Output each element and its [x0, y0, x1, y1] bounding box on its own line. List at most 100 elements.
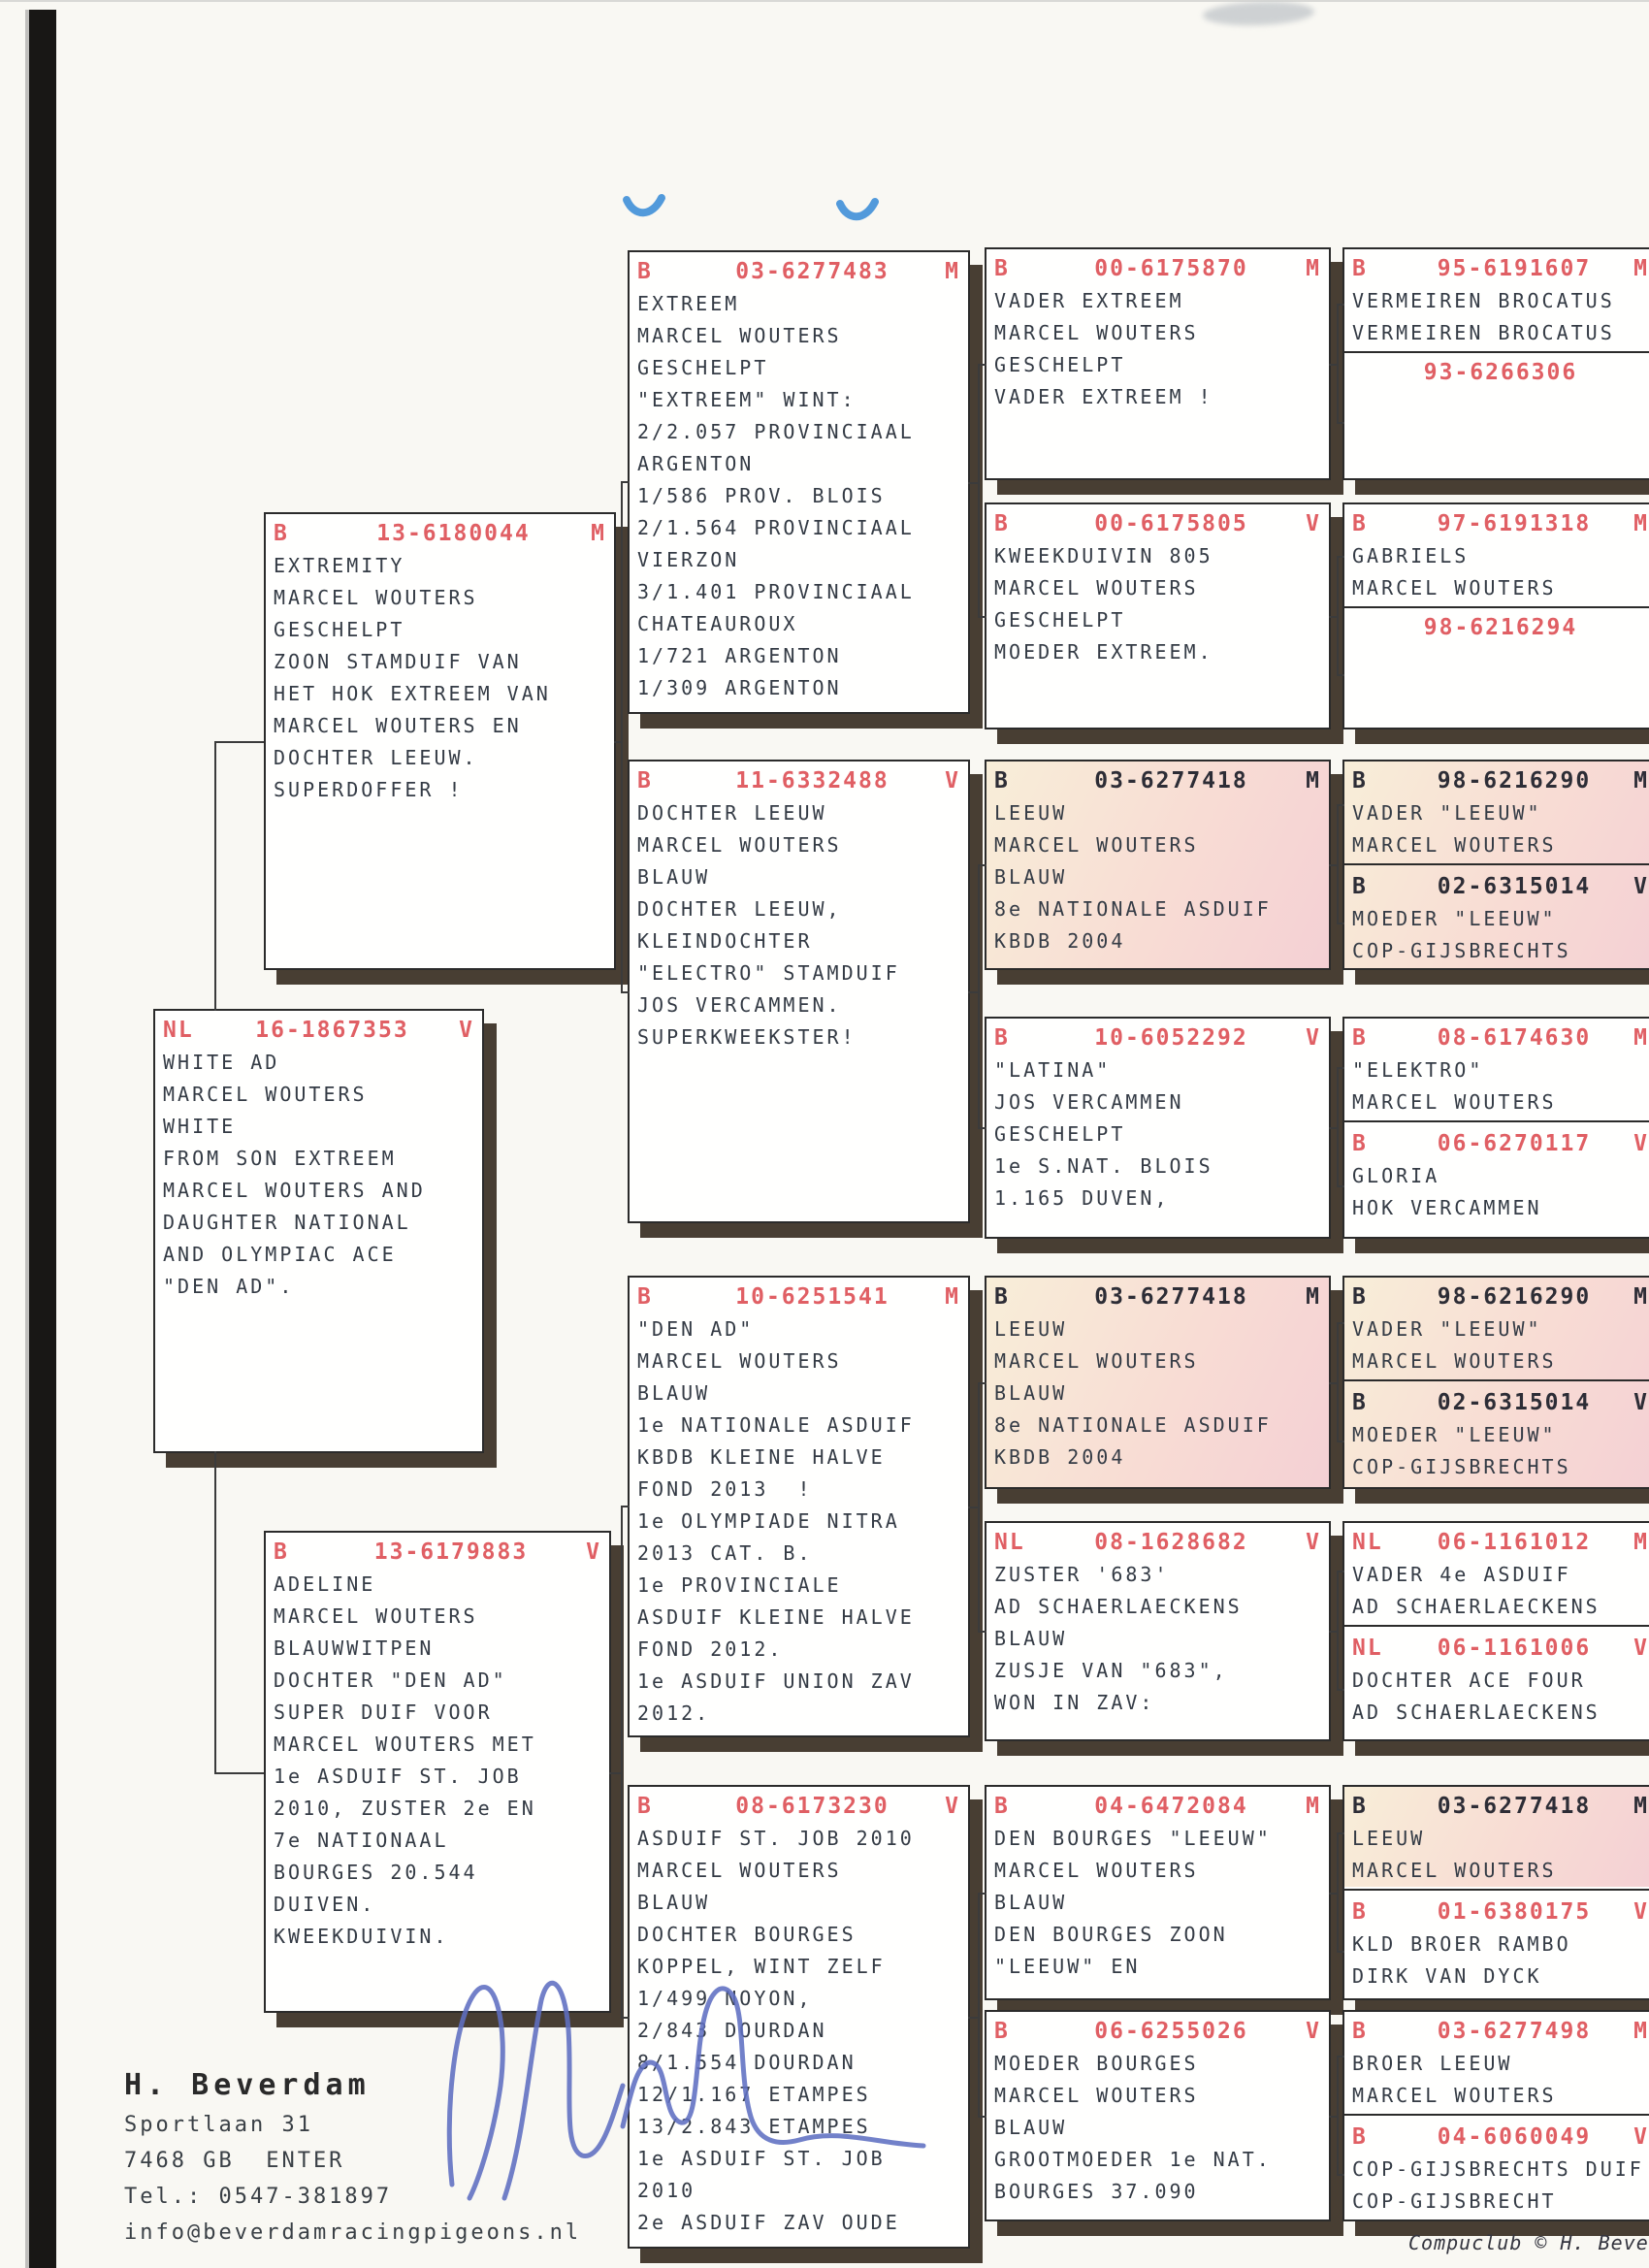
ring-number: 10-6052292	[1054, 1021, 1288, 1054]
ring-number-header: B11-6332488V	[630, 761, 968, 797]
pedigree-box-grandparent-4: B08-6173230VASDUIF ST. JOB 2010MARCEL WO…	[628, 1785, 970, 2249]
scan-smudge	[1203, 0, 1315, 27]
sex-letter: V	[1616, 1127, 1649, 1160]
connector-line	[1337, 1832, 1344, 1834]
sex-letter: M	[573, 517, 606, 550]
pedigree-box-gg-grandparent-8: B03-6277498MBROER LEEUWMARCEL WOUTERSB04…	[1342, 2010, 1649, 2221]
connector-line	[968, 2017, 980, 2019]
country-code: B	[1352, 2121, 1412, 2154]
pedigree-text-line: VADER EXTREEM !	[986, 381, 1329, 413]
ring-number: 06-6255026	[1054, 2015, 1288, 2048]
connector-line	[978, 2116, 986, 2118]
country-code: B	[1352, 1021, 1412, 1054]
country-code: B	[1352, 1386, 1412, 1419]
section-divider	[1344, 1889, 1649, 1891]
pedigree-box-great-grandparent-3: B03-6277418MLEEUWMARCEL WOUTERSBLAUW8e N…	[985, 760, 1331, 970]
pedigree-text-line: WHITE AD	[155, 1047, 482, 1079]
connector-line	[1329, 864, 1339, 866]
pedigree-text-line: FOND 2012.	[630, 1634, 968, 1666]
country-code: B	[637, 1280, 697, 1313]
ring-number: 13-6180044	[334, 517, 573, 550]
pedigree-text-line: GLORIA	[1344, 1160, 1649, 1192]
pedigree-text-line: ZUSJE VAN "683",	[986, 1655, 1329, 1687]
pedigree-text-line: ASDUIF ST. JOB 2010	[630, 1823, 968, 1855]
pedigree-text-line: VERMEIREN BROCATUS	[1344, 285, 1649, 317]
ring-number: 03-6277418	[1054, 764, 1288, 797]
ring-number: 02-6315014	[1412, 1386, 1616, 1419]
ring-number-header: NL06-1161012M	[1344, 1523, 1649, 1559]
pedigree-text-line: MARCEL WOUTERS	[266, 1601, 609, 1633]
pedigree-text-line: 1/309 ARGENTON	[630, 672, 968, 704]
pedigree-text-line: DOCHTER LEEUW	[630, 797, 968, 829]
connector-line	[1329, 1631, 1339, 1633]
section-divider	[1344, 863, 1649, 865]
country-code: B	[994, 764, 1054, 797]
ring-number-header: B10-6052292V	[986, 1019, 1329, 1054]
pedigree-text-line: CHATEAUROUX	[630, 608, 968, 640]
pedigree-text-line: KLD BROER RAMBO	[1344, 1928, 1649, 1960]
pedigree-text-line: MARCEL WOUTERS	[630, 829, 968, 861]
pedigree-text-line: DAUGHTER NATIONAL	[155, 1207, 482, 1239]
pedigree-text-line: 2012.	[630, 1698, 968, 1730]
pedigree-text-line: HOK VERCAMMEN	[1344, 1192, 1649, 1224]
pedigree-text-line: MARCEL WOUTERS	[986, 1345, 1329, 1377]
pedigree-text-line: COP-GIJSBRECHTS	[1344, 935, 1649, 967]
sex-letter: V	[1288, 2015, 1321, 2048]
pedigree-text-line: BLAUW	[986, 2112, 1329, 2144]
pedigree-text-line: COP-GIJSBRECHTS DUIF	[1344, 2154, 1649, 2186]
pedigree-text-line: AD SCHAERLAECKENS	[986, 1591, 1329, 1623]
pedigree-text-line: 12/1.167 ETAMPES	[630, 2079, 968, 2111]
pedigree-text-line: WON IN ZAV:	[986, 1687, 1329, 1719]
pedigree-box-gg-grandparent-5: B98-6216290MVADER "LEEUW"MARCEL WOUTERSB…	[1342, 1276, 1649, 1489]
country-code: B	[637, 764, 697, 797]
pedigree-box-mother: B13-6179883VADELINEMARCEL WOUTERSBLAUWWI…	[264, 1531, 611, 2013]
pedigree-text-line: 1e PROVINCIALE	[630, 1570, 968, 1602]
pedigree-box-great-grandparent-7: B04-6472084MDEN BOURGES "LEEUW"MARCEL WO…	[985, 1785, 1331, 2000]
pedigree-text-line: 1/499 NOYON,	[630, 1983, 968, 2015]
owner-name: H. Beverdam	[124, 2064, 581, 2107]
pedigree-text-line: DOCHTER ACE FOUR	[1344, 1665, 1649, 1697]
ring-number-centered: 98-6216294	[1344, 610, 1649, 645]
ring-number: 03-6277418	[1054, 1280, 1288, 1313]
connector-line	[968, 1507, 980, 1508]
pedigree-text-line: MARCEL WOUTERS	[266, 582, 614, 614]
pedigree-text-line: 1.165 DUVEN,	[986, 1183, 1329, 1215]
ring-number: 01-6380175	[1412, 1895, 1616, 1928]
ring-number: 98-6216290	[1412, 764, 1616, 797]
ancestor-section: B01-6380175VKLD BROER RAMBODIRK VAN DYCK	[1344, 1893, 1649, 1993]
connector-line	[1337, 804, 1344, 806]
section-divider	[1344, 1625, 1649, 1627]
ring-number: 11-6332488	[697, 764, 927, 797]
ring-number-header: B98-6216290M	[1344, 761, 1649, 797]
connector-line	[1337, 1067, 1344, 1069]
pedigree-text-line: MARCEL WOUTERS	[986, 2080, 1329, 2112]
pedigree-text-line: BOURGES 37.090	[986, 2176, 1329, 2208]
pedigree-text-line: KWEEKDUIVIN.	[266, 1921, 609, 1953]
pedigree-text-line: DOCHTER "DEN AD"	[266, 1665, 609, 1697]
ring-number-header: B00-6175870M	[986, 249, 1329, 285]
pedigree-text-line: LEEUW	[986, 797, 1329, 829]
ring-number-header: B01-6380175V	[1344, 1893, 1649, 1928]
pedigree-text-line: KWEEKDUIVIN 805	[986, 540, 1329, 572]
pedigree-box-grandparent-1: B03-6277483MEXTREEMMARCEL WOUTERSGESCHEL…	[628, 250, 970, 714]
pedigree-text-line: KOPPEL, WINT ZELF	[630, 1951, 968, 1983]
owner-phone: Tel.: 0547-381897	[124, 2179, 581, 2215]
pedigree-text-line: 2010, ZUSTER 2e EN	[266, 1793, 609, 1825]
ancestor-section: B97-6191318MGABRIELSMARCEL WOUTERS	[1344, 504, 1649, 604]
pedigree-text-line: BLAUW	[986, 1623, 1329, 1655]
pedigree-text-line: FROM SON EXTREEM	[155, 1143, 482, 1175]
connector-line	[978, 364, 980, 618]
sex-letter: M	[1288, 764, 1321, 797]
scan-top-edge	[0, 0, 1649, 2]
ring-number-header: B06-6255026V	[986, 2012, 1329, 2048]
connector-line	[214, 741, 216, 1011]
pedigree-text-line: DOCHTER BOURGES	[630, 1919, 968, 1951]
ancestor-section: B98-6216290MVADER "LEEUW"MARCEL WOUTERS	[1344, 761, 1649, 861]
section-divider	[1344, 1379, 1649, 1381]
country-code: B	[994, 252, 1054, 285]
pedigree-text-line: 2010	[630, 2175, 968, 2207]
country-code: NL	[994, 1526, 1054, 1559]
country-code: B	[1352, 507, 1412, 540]
ring-number-header: B02-6315014V	[1344, 1383, 1649, 1419]
sex-letter: V	[1288, 1021, 1321, 1054]
